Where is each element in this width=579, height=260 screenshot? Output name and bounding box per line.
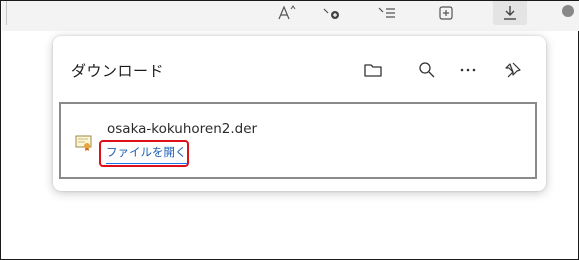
open-file-link[interactable]: ファイルを開く — [106, 144, 187, 164]
screenshot-frame: ダウンロード osaka-kokuhoren2.der ファイルを開く — [0, 0, 579, 260]
open-downloads-folder-icon[interactable] — [361, 58, 385, 82]
search-downloads-icon[interactable] — [415, 58, 439, 82]
downloads-icon[interactable] — [493, 1, 527, 25]
downloads-header: ダウンロード — [53, 36, 546, 98]
download-file-name: osaka-kokuhoren2.der — [107, 121, 258, 137]
favorites-icon[interactable] — [370, 1, 404, 25]
more-options-icon[interactable] — [456, 58, 480, 82]
toolbar-divider — [6, 1, 7, 25]
download-item[interactable]: osaka-kokuhoren2.der ファイルを開く — [59, 102, 537, 179]
certificate-icon — [75, 134, 93, 152]
downloads-flyout: ダウンロード osaka-kokuhoren2.der ファイルを開く — [53, 36, 546, 191]
pin-icon[interactable] — [500, 58, 524, 82]
add-favorite-icon[interactable] — [315, 1, 349, 25]
browser-toolbar — [2, 1, 579, 31]
downloads-title: ダウンロード — [71, 62, 165, 80]
read-aloud-icon[interactable] — [270, 1, 304, 25]
profile-icon[interactable] — [553, 1, 579, 25]
collections-icon[interactable] — [429, 1, 463, 25]
